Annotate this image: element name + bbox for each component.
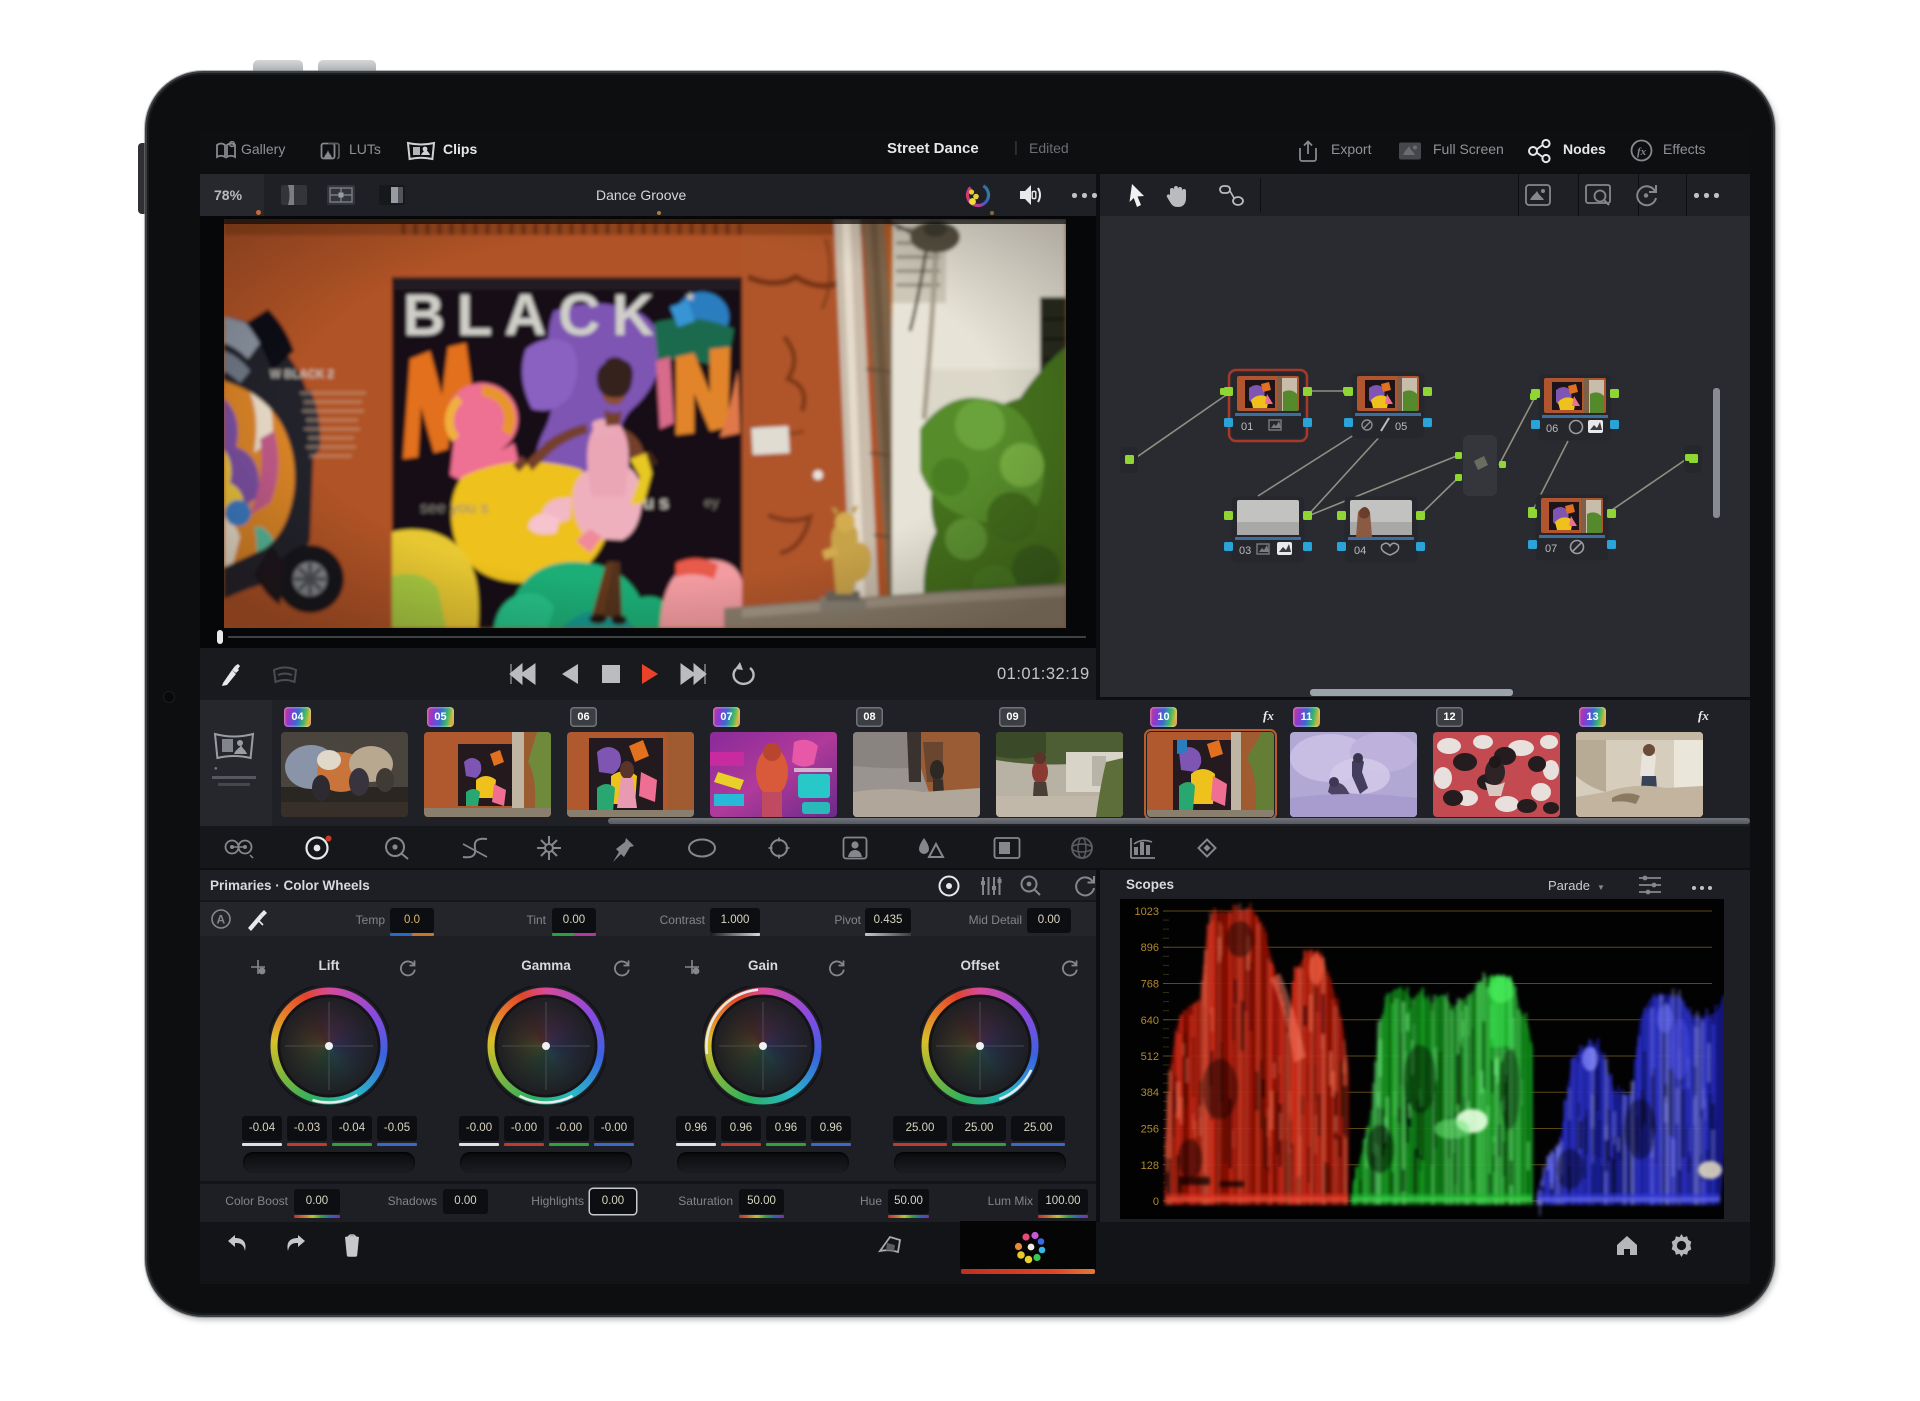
svg-text:128: 128 bbox=[1141, 1160, 1159, 1172]
svg-text:896: 896 bbox=[1141, 942, 1159, 954]
svg-text:03: 03 bbox=[1239, 545, 1251, 557]
svg-text:1023: 1023 bbox=[1135, 906, 1159, 918]
svg-text:256: 256 bbox=[1141, 1124, 1159, 1136]
svg-text:06: 06 bbox=[1546, 423, 1558, 435]
svg-text:01: 01 bbox=[1241, 421, 1253, 433]
svg-text:384: 384 bbox=[1141, 1087, 1159, 1099]
svg-text:fx: fx bbox=[1637, 146, 1647, 158]
svg-text:05: 05 bbox=[1395, 421, 1407, 433]
svg-text:A: A bbox=[217, 913, 226, 927]
svg-text:768: 768 bbox=[1141, 979, 1159, 991]
svg-text:512: 512 bbox=[1141, 1051, 1159, 1063]
svg-text:04: 04 bbox=[1354, 545, 1366, 557]
svg-text:0: 0 bbox=[1153, 1196, 1159, 1208]
svg-text:07: 07 bbox=[1545, 543, 1557, 555]
svg-text:640: 640 bbox=[1141, 1015, 1159, 1027]
